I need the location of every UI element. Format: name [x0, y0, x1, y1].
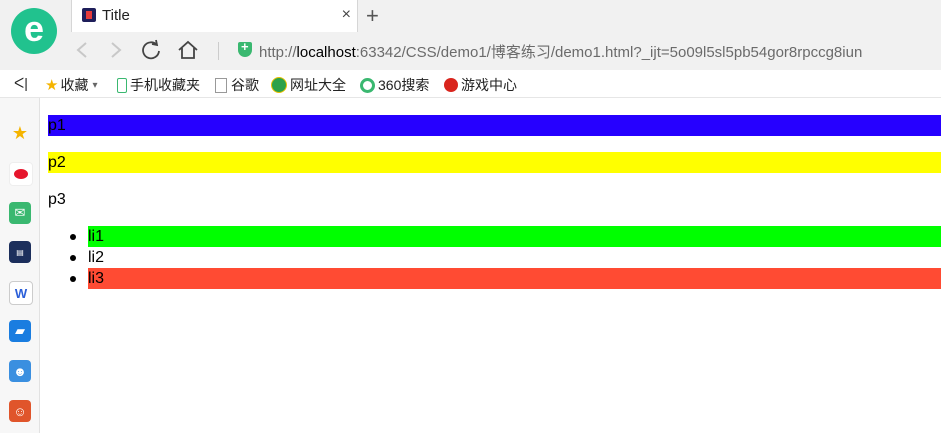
favorites-star-icon[interactable]: ★ — [9, 122, 31, 144]
bullet-icon — [70, 255, 76, 261]
game-character-icon[interactable]: ☻ — [9, 360, 31, 382]
game-app-icon[interactable]: ☺ — [9, 400, 31, 422]
bookmark-label: 收藏 — [60, 77, 89, 93]
back-arrow-icon — [76, 42, 87, 58]
chat-icon[interactable]: ▰ — [9, 320, 31, 342]
game-icon — [444, 78, 458, 92]
browser-logo-icon[interactable]: e — [11, 8, 57, 54]
forward-arrow-icon — [111, 42, 122, 58]
close-icon[interactable]: × — [342, 6, 351, 24]
bullet-icon — [70, 234, 76, 240]
bookmark-label: 360搜索 — [378, 77, 430, 93]
bookmark-google[interactable]: 谷歌 — [215, 75, 259, 95]
url-path: :63342/CSS/demo1/博客练习/demo1.html?_ijt=5o… — [355, 44, 863, 61]
home-button[interactable] — [176, 38, 200, 62]
url-prefix: http:// — [259, 44, 297, 61]
paragraph-p1: p1 — [48, 115, 941, 136]
chevron-down-icon: ▾ — [92, 79, 98, 91]
bookmark-label: 网址大全 — [290, 77, 346, 93]
bookmark-360-search[interactable]: 360搜索 — [360, 75, 429, 95]
bullet-icon — [70, 276, 76, 282]
bookmark-favorites[interactable]: ★ 收藏 ▾ — [45, 75, 97, 95]
new-tab-button[interactable]: + — [366, 3, 379, 29]
back-button[interactable] — [70, 38, 94, 62]
document-icon[interactable]: W — [9, 281, 33, 305]
tab-title[interactable]: Title × — [71, 0, 358, 32]
paragraph-p3: p3 — [48, 191, 66, 208]
bookmark-site-directory[interactable]: 网址大全 — [271, 75, 346, 95]
bookmark-label: 手机收藏夹 — [130, 77, 200, 93]
news-icon[interactable]: ▤ — [9, 241, 31, 263]
sidebar-toggle-icon[interactable]: ᐸ| — [14, 75, 28, 92]
bookmarks-bar: ᐸ| ★ 收藏 ▾ 手机收藏夹 谷歌 网址大全 360搜索 游戏中心 — [0, 70, 941, 98]
security-shield-icon[interactable] — [238, 39, 252, 57]
list-item-li2: li2 — [70, 247, 941, 268]
list-item-label: li3 — [88, 270, 105, 287]
list-item-label: li2 — [88, 249, 105, 266]
forward-button[interactable] — [104, 38, 128, 62]
list-item-li3: li3 — [70, 268, 941, 289]
paragraph-p2: p2 — [48, 152, 941, 173]
mail-icon[interactable]: ✉ — [9, 202, 31, 224]
browser-toolbar: e Title × + http://localhost:63342/CSS/d… — [0, 0, 941, 70]
phone-icon — [117, 77, 127, 93]
toolbar-divider — [218, 42, 219, 60]
reload-icon — [142, 39, 160, 60]
list-item-li1: li1 — [70, 226, 941, 247]
page-icon — [215, 77, 227, 93]
bookmark-mobile-favorites[interactable]: 手机收藏夹 — [117, 75, 200, 95]
reload-button[interactable] — [139, 38, 163, 62]
list-item-label: li1 — [88, 228, 105, 245]
home-icon — [178, 40, 198, 59]
search-360-icon — [360, 77, 375, 93]
globe-icon — [271, 77, 287, 93]
weibo-icon[interactable] — [9, 162, 33, 186]
tab-label: Title — [102, 7, 130, 24]
browser-logo-letter: e — [23, 8, 45, 49]
browser-sidebar: ★ ✉ ▤ W ▰ ☻ ☺ — [0, 98, 40, 433]
bookmark-label: 游戏中心 — [461, 77, 517, 93]
url-host: localhost — [296, 44, 356, 61]
bookmark-game-center[interactable]: 游戏中心 — [444, 75, 517, 95]
address-bar[interactable]: http://localhost:63342/CSS/demo1/博客练习/de… — [259, 41, 862, 62]
intellij-favicon-icon — [82, 8, 96, 22]
bookmark-label: 谷歌 — [231, 77, 259, 93]
star-icon: ★ — [45, 77, 59, 94]
